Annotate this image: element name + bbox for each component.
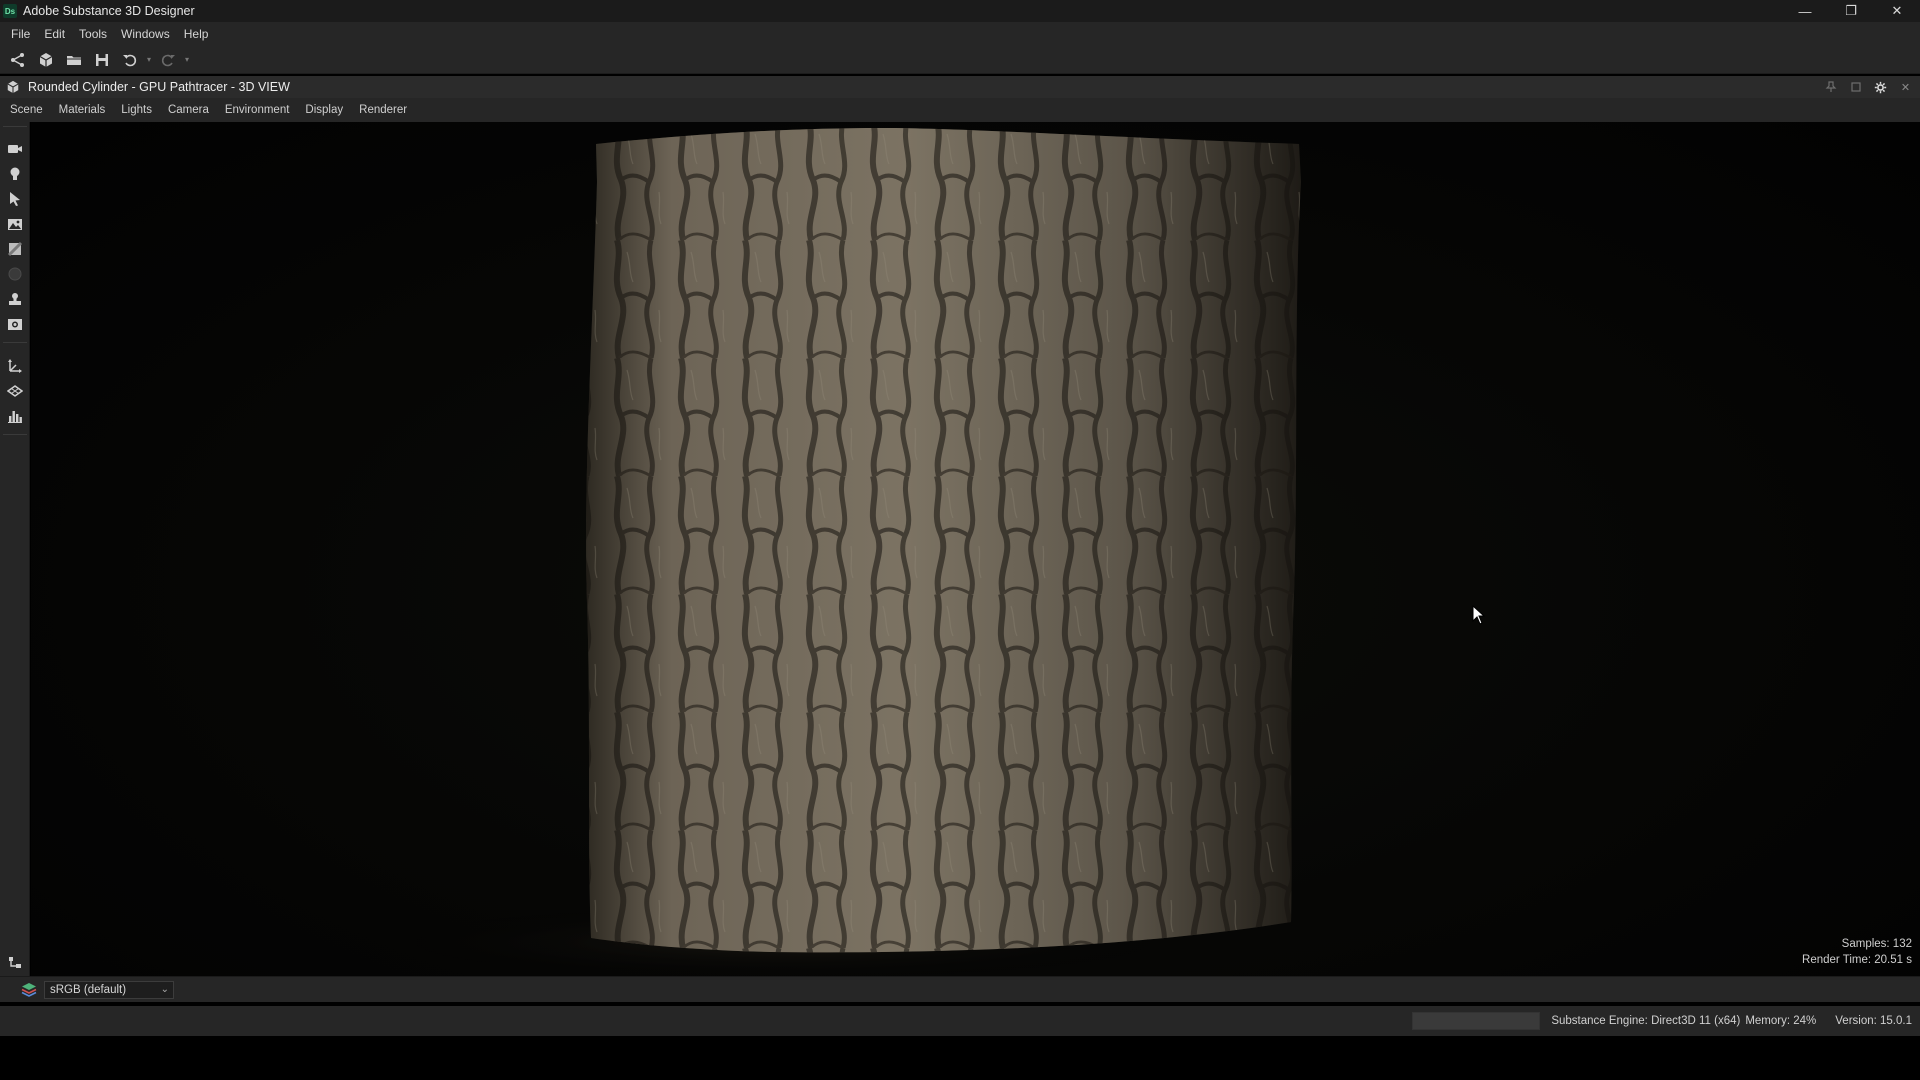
colorspace-bar: sRGB (default) ⌄	[0, 976, 1920, 1002]
viewmenu-environment[interactable]: Environment	[217, 104, 298, 116]
redo-history-chevron-icon[interactable]: ▾	[182, 48, 192, 72]
menu-edit[interactable]: Edit	[37, 27, 72, 41]
panel-header: Rounded Cylinder - GPU Pathtracer - 3D V…	[0, 76, 1920, 98]
render-stats: Samples: 132 Render Time: 20.51 s	[1802, 936, 1912, 968]
strip-divider	[3, 126, 27, 128]
environment-image-icon[interactable]	[3, 213, 27, 235]
graph-icon[interactable]	[4, 48, 32, 72]
viewmenu-scene[interactable]: Scene	[2, 104, 51, 116]
camera-icon[interactable]	[3, 138, 27, 160]
new-package-icon[interactable]	[32, 48, 60, 72]
status-bar: Substance Engine: Direct3D 11 (x64) Memo…	[0, 1006, 1920, 1036]
pin-icon[interactable]	[1818, 76, 1843, 98]
select-arrow-icon[interactable]	[3, 188, 27, 210]
undo-icon[interactable]	[116, 48, 144, 72]
engine-status: Substance Engine: Direct3D 11 (x64)	[1551, 1015, 1741, 1027]
strip-divider	[3, 342, 27, 344]
colorspace-value: sRGB (default)	[50, 983, 127, 996]
close-button[interactable]: ✕	[1874, 0, 1920, 22]
histogram-icon[interactable]	[3, 405, 27, 427]
mouse-cursor-icon	[1472, 605, 1486, 625]
settings-gear-icon[interactable]	[1868, 76, 1893, 98]
memory-status: Memory: 24%	[1745, 1015, 1817, 1027]
close-panel-icon[interactable]: ✕	[1893, 76, 1918, 98]
strip-divider	[3, 434, 27, 436]
window-title: Adobe Substance 3D Designer	[23, 4, 195, 18]
main-toolbar: ▾ ▾	[0, 46, 1920, 74]
chevron-down-icon: ⌄	[160, 983, 169, 995]
viewmenu-display[interactable]: Display	[297, 104, 351, 116]
viewmenu-materials[interactable]: Materials	[51, 104, 114, 116]
menu-file[interactable]: File	[4, 27, 37, 41]
progress-bar	[1412, 1012, 1541, 1030]
render-time: Render Time: 20.51 s	[1802, 954, 1912, 966]
axis-gizmo-icon[interactable]	[3, 355, 27, 377]
samples-count: Samples: 132	[1841, 938, 1912, 950]
3d-viewport[interactable]: Samples: 132 Render Time: 20.51 s	[31, 122, 1920, 976]
restore-button[interactable]: ❐	[1828, 0, 1874, 22]
app-logo-icon: Ds	[3, 4, 17, 18]
material-swatch-icon[interactable]	[3, 238, 27, 260]
menu-tools[interactable]: Tools	[72, 27, 114, 41]
colorspace-select[interactable]: sRGB (default) ⌄	[44, 980, 174, 999]
viewmenu-lights[interactable]: Lights	[113, 104, 160, 116]
minimize-button[interactable]: —	[1782, 0, 1828, 22]
undo-history-chevron-icon[interactable]: ▾	[144, 48, 154, 72]
desktop-edge	[0, 1036, 1920, 1080]
screenshot-icon[interactable]	[3, 313, 27, 335]
left-tool-strip	[0, 122, 30, 976]
panel-controls: ✕	[1818, 76, 1918, 98]
menu-help[interactable]: Help	[177, 27, 216, 41]
sphere-icon[interactable]	[3, 263, 27, 285]
viewmenu-renderer[interactable]: Renderer	[351, 104, 415, 116]
save-icon[interactable]	[88, 48, 116, 72]
rendered-cylinder	[357, 128, 1301, 976]
redo-icon[interactable]	[154, 48, 182, 72]
viewport-menu: Scene Materials Lights Camera Environmen…	[0, 98, 1920, 122]
viewmenu-camera[interactable]: Camera	[160, 104, 217, 116]
plane-grid-icon[interactable]	[3, 380, 27, 402]
layers-colorspace-icon[interactable]	[20, 982, 38, 998]
open-folder-icon[interactable]	[60, 48, 88, 72]
cube-icon	[7, 80, 19, 94]
window-controls: — ❐ ✕	[1782, 0, 1920, 22]
light-bulb-icon[interactable]	[3, 163, 27, 185]
title-bar: Ds Adobe Substance 3D Designer — ❐ ✕	[0, 0, 1920, 22]
menu-bar: File Edit Tools Windows Help	[0, 22, 1920, 46]
hierarchy-icon[interactable]	[3, 952, 27, 974]
menu-windows[interactable]: Windows	[114, 27, 177, 41]
panel-title: Rounded Cylinder - GPU Pathtracer - 3D V…	[28, 80, 290, 94]
version-status: Version: 15.0.1	[1835, 1015, 1912, 1027]
stamp-icon[interactable]	[3, 288, 27, 310]
float-icon[interactable]	[1843, 76, 1868, 98]
